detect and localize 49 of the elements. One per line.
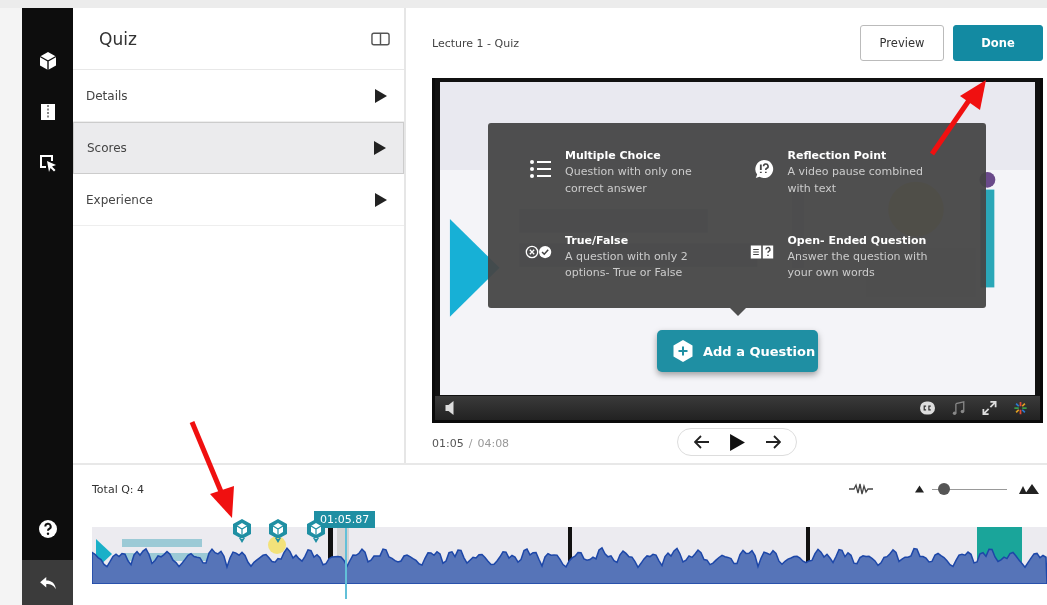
slider-thumb[interactable] (938, 483, 950, 495)
play-arrow-icon (375, 192, 387, 207)
back-button[interactable] (22, 560, 73, 605)
forward-arrow-icon[interactable] (764, 435, 781, 449)
list-icon (529, 159, 553, 179)
play-arrow-icon (374, 141, 386, 155)
cube-icon[interactable] (37, 51, 58, 71)
sparkle-logo-icon[interactable] (1013, 401, 1028, 415)
add-question-button[interactable]: Add a Question (657, 330, 818, 372)
question-type-option[interactable]: True/False A question with only 2 options- True or False (525, 233, 748, 308)
panel-title: Quiz (99, 28, 137, 49)
option-title: Multiple Choice (565, 149, 662, 162)
option-title: Open- Ended Question (787, 233, 928, 247)
playhead-time: 01:05.87 (314, 511, 376, 528)
option-description: A video pause combined with text (787, 164, 924, 197)
small-mountain-icon[interactable] (915, 485, 924, 493)
back-arrow-icon[interactable] (693, 435, 710, 449)
question-type-option[interactable]: Multiple Choice Question with only one correct answer (525, 149, 748, 224)
plus-hexagon-icon (673, 340, 693, 362)
question-marker-icon[interactable] (268, 519, 288, 543)
lecture-title: Lecture 1 - Quiz (432, 36, 519, 50)
play-arrow-icon (375, 88, 387, 103)
cursor-select-icon[interactable] (37, 153, 58, 173)
play-icon[interactable] (729, 433, 745, 451)
option-description: A question with only 2 options- True or False (565, 248, 689, 281)
fullscreen-icon[interactable] (982, 401, 997, 415)
option-description: Answer the question with your own words (787, 248, 929, 281)
duration: 04:08 (477, 436, 510, 450)
large-mountain-icon[interactable] (1019, 484, 1039, 494)
question-marker-icon[interactable] (232, 519, 252, 543)
current-time: 01:05 (432, 436, 464, 450)
option-title: True/False (565, 233, 630, 247)
option-title: Reflection Point (787, 149, 888, 162)
captions-icon[interactable] (920, 401, 935, 415)
question-type-option[interactable]: Reflection Point A video pause combined with text (747, 149, 970, 224)
undo-arrow-icon (38, 575, 57, 590)
true-false-icon (525, 243, 553, 260)
done-button[interactable]: Done (953, 25, 1043, 61)
panel-menu-item[interactable]: Scores (73, 122, 404, 174)
time-separator: / (468, 436, 473, 450)
option-description: Question with only one correct answer (565, 164, 693, 197)
panel-menu-item[interactable]: Experience (73, 174, 404, 226)
total-questions: Total Q: 4 (92, 482, 145, 496)
panel-layout-icon[interactable] (371, 31, 390, 46)
help-icon[interactable] (37, 519, 58, 539)
preview-button[interactable]: Preview (860, 25, 944, 61)
question-type-option[interactable]: Open- Ended Question Answer the question with your own words (747, 233, 970, 308)
music-note-icon[interactable] (951, 401, 966, 415)
waveform-icon[interactable] (849, 483, 873, 495)
